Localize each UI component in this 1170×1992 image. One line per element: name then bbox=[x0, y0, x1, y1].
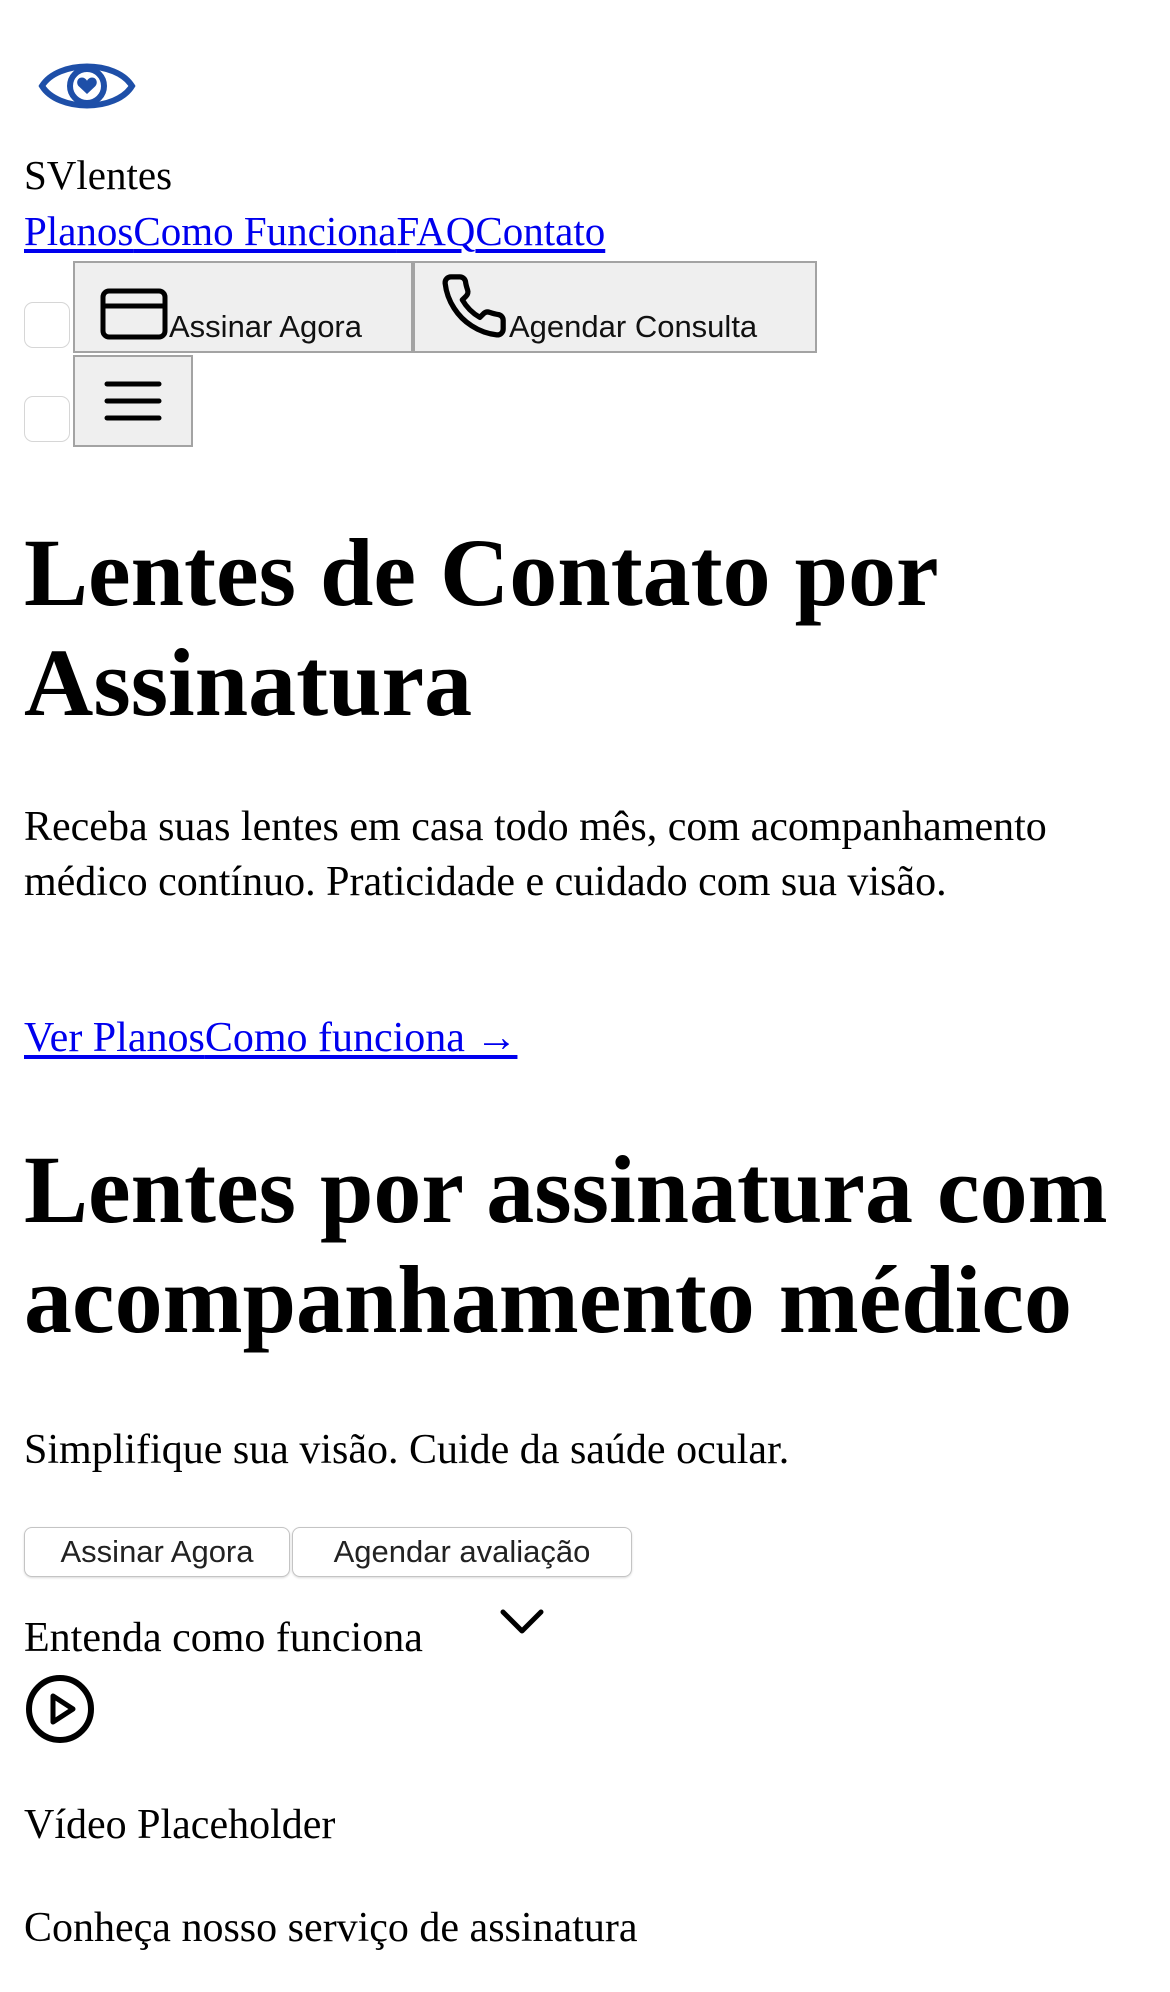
agendar-avaliacao-button[interactable]: Agendar avaliação bbox=[292, 1527, 632, 1577]
video-caption: Conheça nosso serviço de assinatura bbox=[24, 1905, 638, 1951]
hero-lead: Receba suas lentes em casa todo mês, com… bbox=[24, 804, 1047, 905]
assinar-agora-label: Assinar Agora bbox=[169, 309, 362, 344]
credit-card-icon bbox=[99, 287, 169, 341]
header-checkbox-1[interactable] bbox=[24, 302, 70, 348]
brand-name: SVlentes bbox=[24, 152, 173, 198]
agendar-consulta-label: Agendar Consulta bbox=[509, 309, 758, 344]
nav-link-contato[interactable]: Contato bbox=[475, 208, 605, 254]
ver-planos-link[interactable]: Ver Planos bbox=[24, 1015, 205, 1061]
page: SVlentes PlanosComo FuncionaFAQContato A… bbox=[0, 0, 1170, 1992]
nav-link-planos[interactable]: Planos bbox=[24, 208, 133, 254]
play-icon[interactable] bbox=[24, 1673, 96, 1745]
eye-heart-icon[interactable] bbox=[38, 54, 136, 118]
como-funciona-link[interactable]: Como funciona → bbox=[205, 1015, 518, 1061]
chevron-down-icon[interactable] bbox=[497, 1604, 547, 1640]
hamburger-menu-icon bbox=[103, 378, 163, 424]
entenda-como-funciona-toggle[interactable]: Entenda como funciona bbox=[24, 1612, 423, 1664]
main-nav: PlanosComo FuncionaFAQContato bbox=[24, 206, 605, 256]
nav-link-como-funciona[interactable]: Como Funciona bbox=[133, 208, 396, 254]
hero-title: Lentes de Contato por Assinatura bbox=[24, 519, 937, 736]
assinar-agora-button[interactable]: Assinar Agora bbox=[73, 261, 413, 353]
header-checkbox-2[interactable] bbox=[24, 396, 70, 442]
menu-toggle-button[interactable] bbox=[73, 355, 193, 447]
hero-links: Ver PlanosComo funciona → bbox=[24, 1012, 517, 1064]
agendar-consulta-button[interactable]: Agendar Consulta bbox=[413, 261, 817, 353]
assinar-agora-secondary-button[interactable]: Assinar Agora bbox=[24, 1527, 290, 1577]
video-placeholder-label: Vídeo Placeholder bbox=[24, 1802, 336, 1848]
phone-icon bbox=[439, 271, 509, 341]
section-subtitle: Simplifique sua visão. Cuide da saúde oc… bbox=[24, 1427, 790, 1473]
section-title: Lentes por assinatura com acompanhamento… bbox=[24, 1136, 1108, 1353]
nav-link-faq[interactable]: FAQ bbox=[396, 208, 475, 254]
